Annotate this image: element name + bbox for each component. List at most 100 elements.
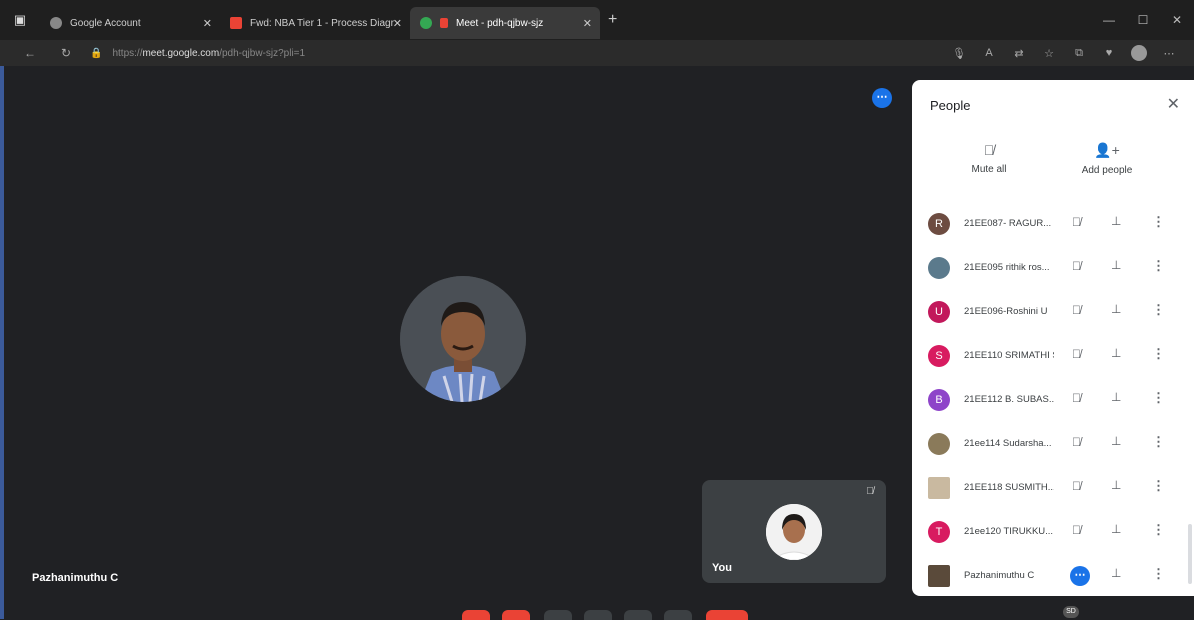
participant-name: 21ee114 Sudarsha... [964, 438, 1052, 449]
participant-row[interactable]: 21EE095 rithik ros... 🎙̸ ⊥ ⋮ [912, 248, 1194, 292]
pin-icon[interactable]: ⊥ [1111, 302, 1121, 316]
mute-all-icon: 🎙̸ [983, 142, 995, 158]
participant-avatar [928, 433, 950, 455]
participant-avatar [928, 477, 950, 499]
participant-row[interactable]: 21ee114 Sudarsha... 🎙̸ ⊥ ⋮ [912, 424, 1194, 468]
muted-mic-icon[interactable]: 🎙̸ [1072, 259, 1081, 273]
participant-avatar: B [928, 389, 950, 411]
main-participant-name: Pazhanimuthu C [32, 572, 119, 584]
people-title: People [930, 98, 971, 113]
pin-icon[interactable]: ⊥ [1111, 434, 1121, 448]
tab-google-account[interactable]: Google Account ✕ [40, 7, 220, 39]
window-controls: — ☐ ✕ [1092, 0, 1194, 40]
participant-list: R 21EE087- RAGUR... 🎙̸ ⊥ ⋮ 21EE095 rithi… [912, 204, 1194, 600]
microphone-icon[interactable]: 🎙 [944, 47, 974, 60]
tab-meet[interactable]: Meet - pdh-qjbw-sjz ✕ [410, 7, 600, 39]
tab-gmail[interactable]: Fwd: NBA Tier 1 - Process Diagr ✕ [220, 7, 410, 39]
close-tab-icon[interactable]: ✕ [583, 17, 592, 30]
kebab-menu-icon[interactable]: ⋮ [1152, 390, 1165, 406]
recording-icon [440, 18, 448, 28]
self-label: You [712, 562, 732, 574]
participant-row[interactable]: Pazhanimuthu C ⋯ ⊥ ⋮ [912, 556, 1194, 600]
participant-row[interactable]: T 21ee120 TIRUKKU... 🎙̸ ⊥ ⋮ [912, 512, 1194, 556]
close-tab-icon[interactable]: ✕ [393, 17, 402, 30]
people-panel: People ✕ 🎙̸ Mute all 👤+ Add people R 21E… [912, 80, 1194, 596]
translate-icon[interactable]: ⇄ [1004, 47, 1034, 60]
self-avatar [766, 504, 822, 560]
back-icon[interactable]: ← [20, 46, 40, 60]
extension-heart-icon[interactable]: ♥ [1094, 47, 1124, 59]
more-options-icon[interactable]: ⋯ [1070, 566, 1090, 586]
participant-avatar [928, 565, 950, 587]
muted-mic-icon[interactable]: 🎙̸ [1072, 435, 1081, 449]
participant-row[interactable]: 21EE118 SUSMITH... 🎙̸ ⊥ ⋮ [912, 468, 1194, 512]
more-options-icon[interactable]: ⋯ [872, 88, 892, 108]
kebab-menu-icon[interactable]: ⋮ [1152, 566, 1165, 582]
participant-row[interactable]: U 21EE096-Roshini U 🎙̸ ⊥ ⋮ [912, 292, 1194, 336]
gmail-icon [230, 17, 242, 29]
collections-icon[interactable]: ⧉ [1064, 47, 1094, 60]
more-menu-icon[interactable]: ⋯ [1154, 47, 1184, 60]
minimize-icon[interactable]: — [1092, 0, 1126, 40]
participant-name: Pazhanimuthu C [964, 570, 1035, 581]
kebab-menu-icon[interactable]: ⋮ [1152, 302, 1165, 318]
lock-icon: 🔒 [90, 47, 103, 59]
muted-mic-icon: 🎙̸ [866, 486, 874, 497]
add-person-icon: 👤+ [1094, 142, 1120, 158]
pin-icon[interactable]: ⊥ [1111, 258, 1121, 272]
participant-avatar: S [928, 345, 950, 367]
profile-avatar-icon[interactable] [1131, 45, 1147, 61]
muted-mic-icon[interactable]: 🎙̸ [1072, 391, 1081, 405]
meet-icon [420, 17, 432, 29]
kebab-menu-icon[interactable]: ⋮ [1152, 522, 1165, 538]
close-tab-icon[interactable]: ✕ [203, 17, 212, 30]
maximize-icon[interactable]: ☐ [1126, 0, 1160, 40]
new-tab-icon[interactable]: + [608, 11, 617, 29]
muted-mic-icon[interactable]: 🎙̸ [1072, 479, 1081, 493]
refresh-icon[interactable]: ↻ [56, 46, 76, 60]
participant-row[interactable]: R 21EE087- RAGUR... 🎙̸ ⊥ ⋮ [912, 204, 1194, 248]
kebab-menu-icon[interactable]: ⋮ [1152, 478, 1165, 494]
browser-extensions: 🎙 A ⇄ ☆ ⧉ ♥ ⋯ [944, 40, 1184, 66]
kebab-menu-icon[interactable]: ⋮ [1152, 346, 1165, 362]
pin-icon[interactable]: ⊥ [1111, 478, 1121, 492]
browser-tab-bar: ▣ Google Account ✕ Fwd: NBA Tier 1 - Pro… [0, 0, 1194, 40]
google-account-icon [50, 17, 62, 29]
url-field[interactable]: 🔒 https:// meet.google.com /pdh-qjbw-sjz… [90, 48, 305, 59]
pin-icon[interactable]: ⊥ [1111, 390, 1121, 404]
sd-badge: SD [1063, 606, 1079, 618]
muted-mic-icon[interactable]: 🎙̸ [1072, 215, 1081, 229]
add-people-button[interactable]: 👤+ Add people [1062, 142, 1152, 176]
participant-avatar [928, 257, 950, 279]
kebab-menu-icon[interactable]: ⋮ [1152, 214, 1165, 230]
close-icon[interactable]: ✕ [1167, 94, 1180, 114]
participant-name: 21EE118 SUSMITH... [964, 482, 1054, 493]
pin-icon[interactable]: ⊥ [1111, 346, 1121, 360]
pin-icon[interactable]: ⊥ [1111, 522, 1121, 536]
kebab-menu-icon[interactable]: ⋮ [1152, 258, 1165, 274]
muted-mic-icon[interactable]: 🎙̸ [1072, 523, 1081, 537]
participant-avatar: U [928, 301, 950, 323]
self-video-tile[interactable]: 🎙̸ You [702, 480, 886, 583]
panel-scrollbar[interactable] [1188, 524, 1192, 584]
kebab-menu-icon[interactable]: ⋮ [1152, 434, 1165, 450]
participant-row[interactable]: S 21EE110 SRIMATHI S 🎙̸ ⊥ ⋮ [912, 336, 1194, 380]
pin-icon[interactable]: ⊥ [1111, 566, 1121, 580]
tab-actions-icon[interactable]: ▣ [0, 0, 40, 40]
participant-avatar: R [928, 213, 950, 235]
participant-name: 21ee120 TIRUKKU... [964, 526, 1054, 537]
participant-name: 21EE112 B. SUBAS... [964, 394, 1054, 405]
favorites-icon[interactable]: ☆ [1034, 47, 1064, 60]
participant-avatar: T [928, 521, 950, 543]
main-participant-avatar [400, 276, 526, 402]
muted-mic-icon[interactable]: 🎙̸ [1072, 303, 1081, 317]
close-window-icon[interactable]: ✕ [1160, 0, 1194, 40]
participant-name: 21EE110 SRIMATHI S [964, 350, 1054, 361]
mute-all-button[interactable]: 🎙̸ Mute all [944, 142, 1034, 175]
muted-mic-icon[interactable]: 🎙̸ [1072, 347, 1081, 361]
read-aloud-icon[interactable]: A [974, 47, 1004, 59]
participant-row[interactable]: B 21EE112 B. SUBAS... 🎙̸ ⊥ ⋮ [912, 380, 1194, 424]
pin-icon[interactable]: ⊥ [1111, 214, 1121, 228]
participant-name: 21EE087- RAGUR... [964, 218, 1052, 229]
participant-name: 21EE095 rithik ros... [964, 262, 1050, 273]
